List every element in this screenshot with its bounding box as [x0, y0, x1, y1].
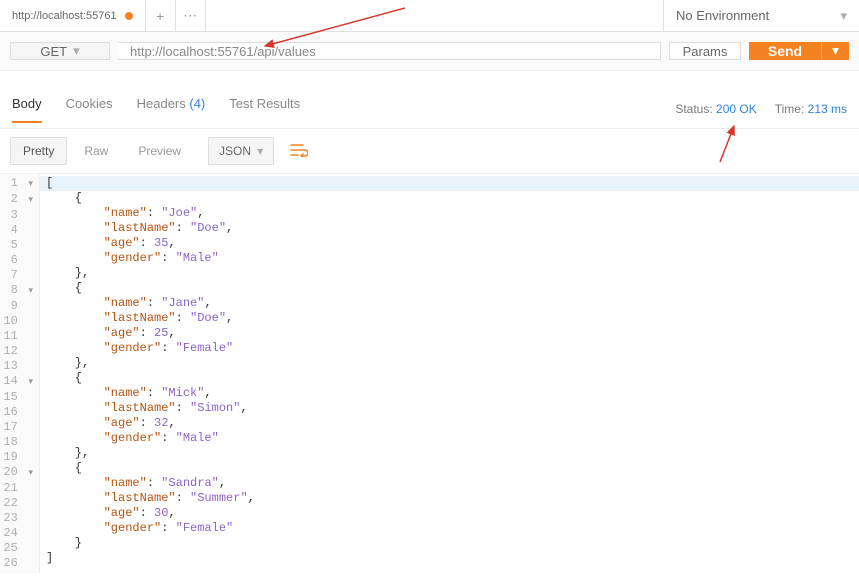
tab-body[interactable]: Body [12, 96, 42, 123]
params-button[interactable]: Params [669, 42, 741, 60]
time-label: Time: [775, 102, 805, 116]
request-tab[interactable]: http://localhost:55761 [0, 0, 146, 31]
tab-bar: http://localhost:55761 + ⋯ No Environmen… [0, 0, 859, 32]
environment-label: No Environment [676, 8, 769, 23]
tab-title: http://localhost:55761 [12, 10, 117, 22]
response-body-viewer: 1 ▾2 ▾3 4 5 6 7 8 ▾9 10 11 12 13 14 ▾15 … [0, 174, 859, 573]
environment-select[interactable]: No Environment ▾ [663, 0, 859, 31]
headers-label: Headers [137, 96, 186, 111]
status-value: 200 OK [716, 102, 757, 116]
params-label: Params [683, 44, 728, 59]
tab-headers[interactable]: Headers (4) [137, 96, 206, 122]
unsaved-dot-icon [125, 12, 133, 20]
send-group: Send ▾ [749, 42, 849, 60]
time-value: 213 ms [808, 102, 847, 116]
wrap-lines-icon[interactable] [290, 143, 308, 160]
line-number-gutter: 1 ▾2 ▾3 4 5 6 7 8 ▾9 10 11 12 13 14 ▾15 … [0, 174, 40, 573]
chevron-down-icon: ▾ [73, 43, 80, 59]
method-label: GET [40, 44, 67, 59]
body-toolbar: Pretty Raw Preview JSON ▾ [0, 129, 859, 174]
new-tab-button[interactable]: + [146, 0, 176, 31]
http-method-select[interactable]: GET ▾ [10, 42, 110, 60]
view-preview-button[interactable]: Preview [125, 137, 194, 165]
headers-count: (4) [189, 96, 205, 111]
send-dropdown-button[interactable]: ▾ [821, 42, 849, 60]
response-body-code[interactable]: [ { "name": "Joe", "lastName": "Doe", "a… [40, 174, 859, 573]
chevron-down-icon: ▾ [257, 144, 263, 158]
response-tabs: Body Cookies Headers (4) Test Results [12, 96, 300, 122]
request-bar: GET ▾ Params Send ▾ [0, 32, 859, 71]
response-tabs-row: Body Cookies Headers (4) Test Results St… [0, 89, 859, 129]
tab-cookies[interactable]: Cookies [66, 96, 113, 122]
tab-overflow-button[interactable]: ⋯ [176, 0, 206, 31]
tab-test-results[interactable]: Test Results [229, 96, 300, 122]
chevron-down-icon: ▾ [840, 8, 847, 24]
format-label: JSON [219, 144, 251, 158]
view-pretty-button[interactable]: Pretty [10, 137, 67, 165]
chevron-down-icon: ▾ [832, 43, 839, 59]
status-label: Status: [675, 102, 712, 116]
url-input[interactable] [118, 42, 661, 60]
response-meta: Status: 200 OK Time: 213 ms [675, 102, 847, 116]
send-button[interactable]: Send [749, 42, 821, 60]
view-raw-button[interactable]: Raw [71, 137, 121, 165]
body-format-select[interactable]: JSON ▾ [208, 137, 274, 165]
